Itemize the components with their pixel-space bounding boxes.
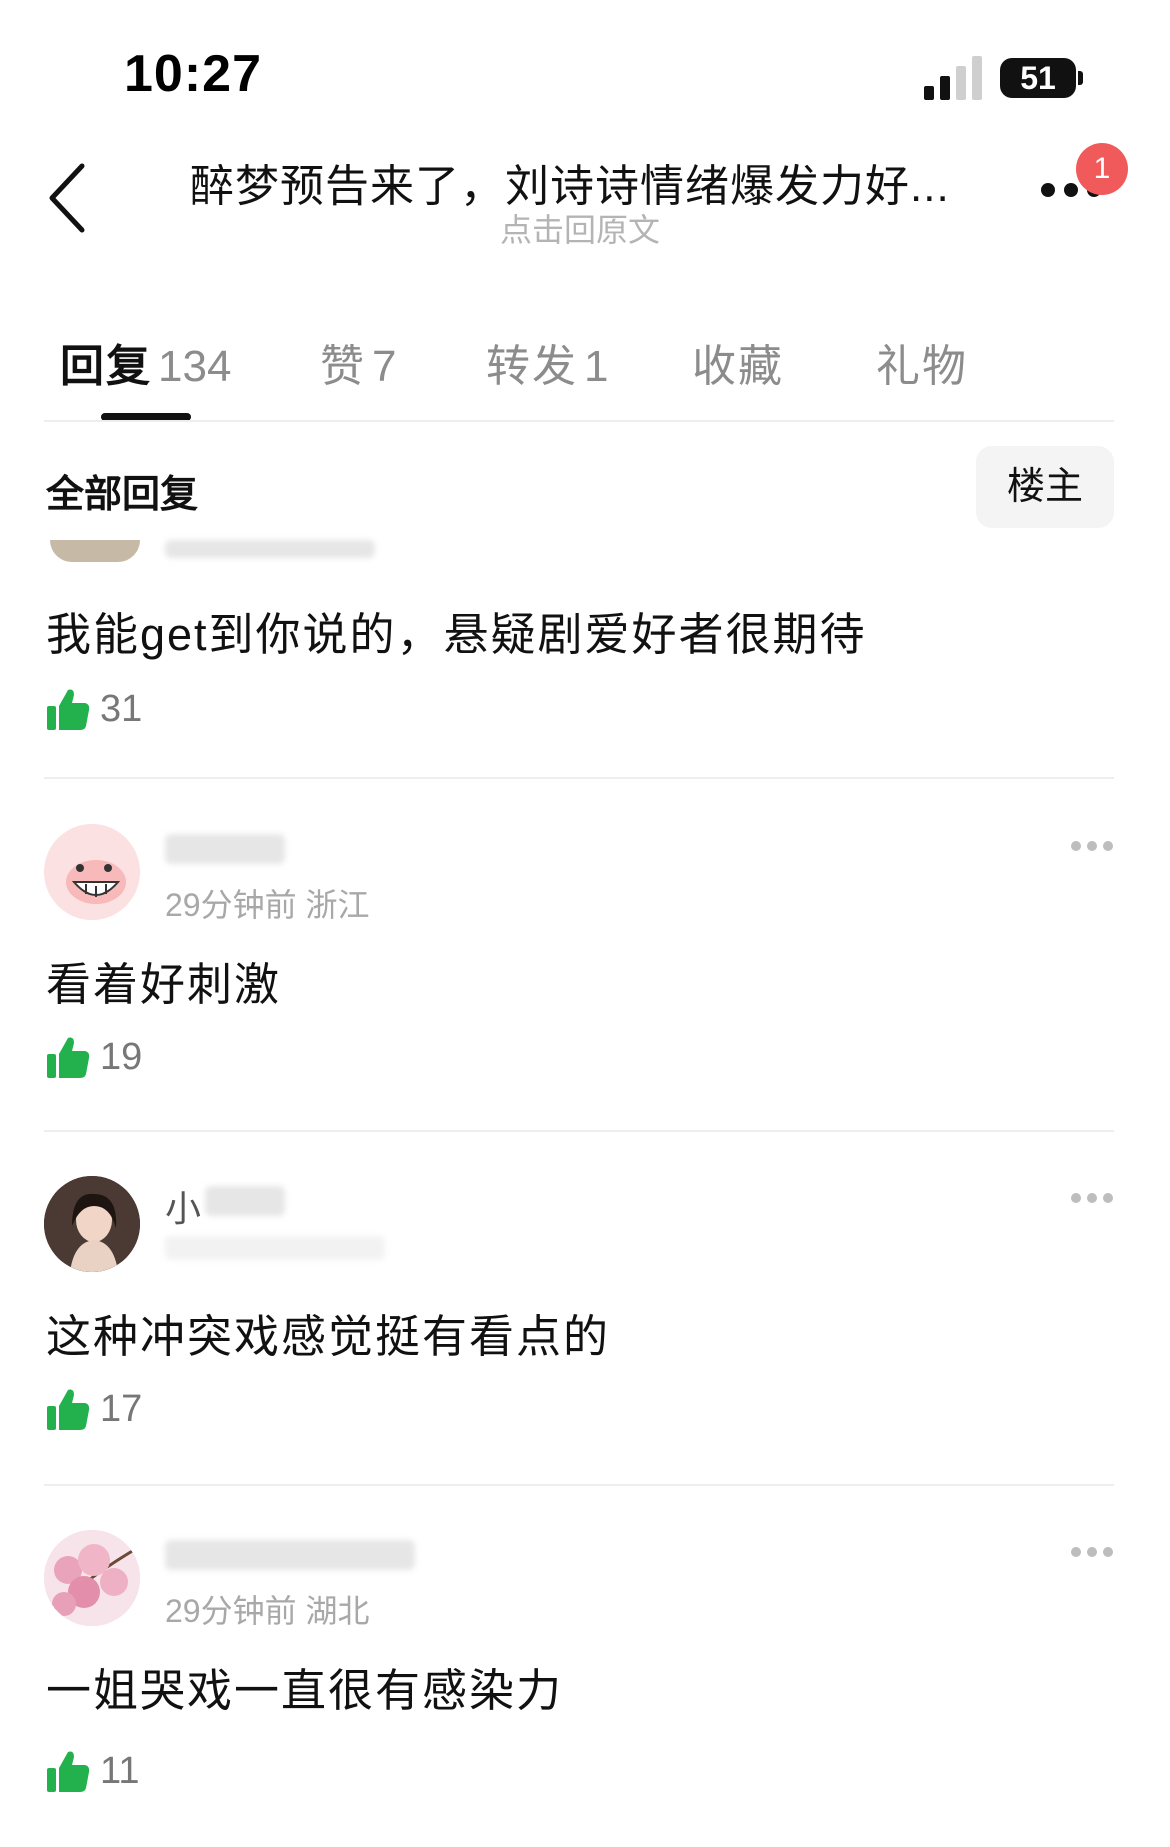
comment-meta: 29分钟前 浙江: [165, 887, 370, 923]
portrait-avatar-icon: [44, 1176, 140, 1272]
tab-count: 1: [584, 342, 609, 391]
back-to-original-link[interactable]: 点击回原文: [380, 205, 780, 251]
comment-text: 看着好刺激: [46, 959, 282, 1010]
comment-divider: [44, 1130, 1114, 1132]
meta-redacted: [165, 1236, 385, 1260]
tab-reposts[interactable]: 转发 1: [486, 330, 608, 394]
pig-avatar-icon: [44, 824, 140, 920]
back-arrow-icon[interactable]: [44, 160, 94, 236]
tab-likes[interactable]: 赞7: [320, 330, 396, 394]
comment-divider: [44, 777, 1114, 779]
like-count: 31: [100, 688, 143, 730]
cellular-signal-icon: [924, 56, 982, 100]
comment-username[interactable]: 小: [165, 1180, 201, 1232]
comment-item: 小 这种冲突戏感觉挺有看点的 17: [0, 1172, 1170, 1432]
tab-label: 礼物: [876, 342, 968, 391]
all-replies-heading: 全部回复: [46, 474, 199, 516]
comment-more-icon[interactable]: [1070, 1546, 1114, 1558]
comment-item: 29分钟前 湖北 一姐哭戏一直很有感染力 11: [0, 1526, 1170, 1826]
comment-item: 我能get到你说的，悬疑剧爱好者很期待 31: [0, 540, 1170, 780]
battery-tip: [1078, 71, 1083, 85]
tab-gifts[interactable]: 礼物: [876, 330, 968, 394]
tab-count: 134: [158, 342, 232, 391]
tab-label: 转发: [486, 342, 578, 391]
like-count: 17: [100, 1388, 143, 1430]
notification-badge: 1: [1076, 143, 1128, 195]
tab-replies[interactable]: 回复 134: [60, 330, 231, 394]
avatar[interactable]: [44, 824, 140, 920]
comment-text: 一姐哭戏一直很有感染力: [46, 1665, 564, 1716]
avatar[interactable]: [44, 1176, 140, 1272]
comment-item: 29分钟前 浙江 看着好刺激 19: [0, 820, 1170, 1080]
tab-label: 赞: [320, 342, 366, 391]
blossom-avatar-icon: [44, 1530, 140, 1626]
tab-count: 7: [372, 342, 397, 391]
tab-label: 回复: [60, 342, 152, 391]
comment-text: 我能get到你说的，悬疑剧爱好者很期待: [46, 609, 867, 660]
like-thumb-icon[interactable]: [46, 1036, 90, 1080]
username-redacted: [165, 1540, 415, 1570]
like-count: 19: [100, 1036, 143, 1078]
like-count: 11: [100, 1750, 140, 1792]
comment-more-icon[interactable]: [1070, 1192, 1114, 1204]
comment-divider: [44, 1484, 1114, 1486]
like-thumb-icon[interactable]: [46, 1388, 90, 1432]
tabs-divider: [44, 420, 1114, 422]
like-thumb-icon[interactable]: [46, 688, 90, 732]
username-redacted: [205, 1186, 285, 1216]
op-only-filter-button[interactable]: 楼主: [976, 446, 1114, 528]
comment-meta: 29分钟前 湖北: [165, 1593, 370, 1629]
username-redacted: [165, 834, 285, 864]
avatar[interactable]: [50, 540, 140, 562]
avatar[interactable]: [44, 1530, 140, 1626]
status-time: 10:27: [124, 45, 262, 103]
username-redacted: [165, 540, 375, 558]
like-thumb-icon[interactable]: [46, 1750, 90, 1794]
tab-favorites[interactable]: 收藏: [692, 330, 784, 394]
tab-label: 收藏: [692, 342, 784, 391]
comment-more-icon[interactable]: [1070, 840, 1114, 852]
battery-icon: 51: [1000, 58, 1076, 98]
comment-text: 这种冲突戏感觉挺有看点的: [46, 1311, 611, 1362]
